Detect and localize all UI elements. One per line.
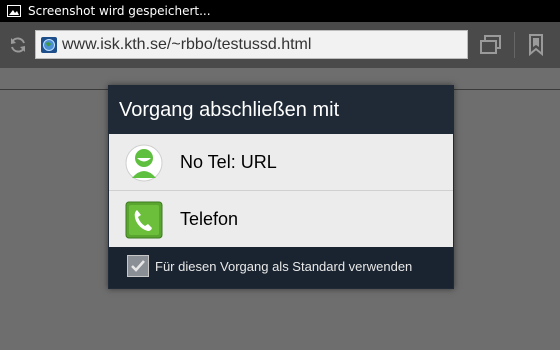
tabs-icon[interactable] bbox=[479, 34, 503, 56]
option-label: No Tel: URL bbox=[180, 151, 277, 172]
complete-action-dialog: Vorgang abschließen mit No Tel: URL Tele… bbox=[108, 85, 454, 289]
default-checkbox-label[interactable]: Für diesen Vorgang als Standard verwende… bbox=[155, 259, 412, 274]
url-text: www.isk.kth.se/~rbbo/testussd.html bbox=[62, 35, 312, 53]
globe-icon bbox=[41, 36, 57, 53]
option-no-tel-url[interactable]: No Tel: URL bbox=[109, 134, 453, 190]
android-contact-icon bbox=[125, 144, 163, 182]
status-text: Screenshot wird gespeichert... bbox=[28, 4, 211, 18]
browser-toolbar: www.isk.kth.se/~rbbo/testussd.html bbox=[0, 22, 560, 90]
bookmark-icon[interactable] bbox=[528, 34, 544, 57]
option-list: No Tel: URL Telefon bbox=[109, 134, 453, 247]
option-telefon[interactable]: Telefon bbox=[109, 191, 453, 247]
dialog-footer: Für diesen Vorgang als Standard verwende… bbox=[109, 247, 453, 288]
option-label: Telefon bbox=[180, 208, 239, 229]
status-bar: Screenshot wird gespeichert... bbox=[0, 0, 560, 22]
toolbar-divider bbox=[514, 32, 515, 58]
default-checkbox[interactable] bbox=[127, 255, 149, 277]
picture-icon bbox=[7, 5, 21, 17]
refresh-icon[interactable] bbox=[8, 35, 28, 55]
url-bar[interactable]: www.isk.kth.se/~rbbo/testussd.html bbox=[35, 30, 468, 59]
phone-icon bbox=[125, 201, 163, 239]
dialog-title: Vorgang abschließen mit bbox=[119, 99, 340, 121]
